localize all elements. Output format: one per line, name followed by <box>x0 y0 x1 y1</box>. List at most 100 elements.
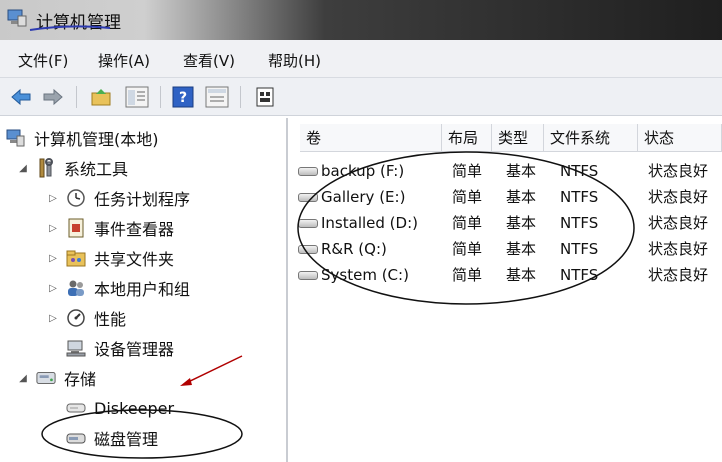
tools-icon <box>36 158 56 178</box>
status-cell: 状态良好 <box>648 162 709 180</box>
table-row[interactable]: Installed (D:) 简单 基本 NTFS 状态良好 <box>290 210 722 236</box>
device-manager-icon <box>66 338 86 358</box>
title-decoration <box>29 25 111 31</box>
navigation-tree: 计算机管理(本地) ◢ 系统工具 ▷ 任务计划程序 ▷ 事件查看器 ▷ 共享文件… <box>0 118 288 462</box>
type-cell: 基本 <box>506 162 537 180</box>
diskeeper-icon <box>66 398 86 418</box>
tree-item-diskeeper[interactable]: Diskeeper <box>66 394 174 422</box>
forward-arrow-icon[interactable] <box>40 84 66 110</box>
tree-item-device-manager[interactable]: 设备管理器 <box>66 334 174 362</box>
tree-root-label: 计算机管理(本地) <box>34 130 159 149</box>
storage-icon <box>36 368 56 388</box>
users-icon <box>66 278 86 298</box>
back-arrow-icon[interactable] <box>8 84 34 110</box>
menu-help[interactable]: 帮助(H) <box>268 50 321 71</box>
tree-item-label: 任务计划程序 <box>94 190 191 209</box>
tree-item-label: 性能 <box>94 310 127 329</box>
volume-icon <box>298 219 318 228</box>
volume-icon <box>298 193 318 202</box>
layout-cell: 简单 <box>452 162 483 180</box>
filesystem-cell: NTFS <box>560 266 599 284</box>
table-row[interactable]: System (C:) 简单 基本 NTFS 状态良好 <box>290 262 722 288</box>
clock-icon <box>66 188 86 208</box>
volume-name: System (C:) <box>321 266 409 284</box>
type-cell: 基本 <box>506 214 537 232</box>
export-icon[interactable] <box>252 84 278 110</box>
tree-item-label: 磁盘管理 <box>94 430 159 449</box>
status-cell: 状态良好 <box>648 266 709 284</box>
volume-list: 卷 布局 类型 文件系统 状态 backup (F:) 简单 基本 NTFS 状… <box>290 118 722 462</box>
type-cell: 基本 <box>506 240 537 258</box>
event-viewer-icon <box>66 218 86 238</box>
tree-item-label: 共享文件夹 <box>94 250 175 269</box>
toolbar-separator <box>160 86 161 108</box>
tree-item-label: 系统工具 <box>64 160 129 179</box>
column-header-volume[interactable]: 卷 <box>300 124 442 152</box>
tree-item-storage[interactable]: ◢ 存储 <box>16 364 96 392</box>
volume-name: Gallery (E:) <box>321 188 406 206</box>
toolbar: ? <box>0 78 722 116</box>
filesystem-cell: NTFS <box>560 162 599 180</box>
up-folder-icon[interactable] <box>88 84 114 110</box>
tree-item-label: 事件查看器 <box>94 220 175 239</box>
tree-item-label: 设备管理器 <box>94 340 175 359</box>
menu-bar: 文件(F) 操作(A) 查看(V) 帮助(H) <box>0 40 722 78</box>
tree-item-performance[interactable]: ▷ 性能 <box>46 304 126 332</box>
svg-text:?: ? <box>179 90 187 106</box>
tree-item-disk-management[interactable]: 磁盘管理 <box>66 424 158 452</box>
tree-item-task-scheduler[interactable]: ▷ 任务计划程序 <box>46 184 190 212</box>
type-cell: 基本 <box>506 188 537 206</box>
expanded-arrow-icon[interactable]: ◢ <box>16 163 30 174</box>
column-header-filesystem[interactable]: 文件系统 <box>544 124 638 152</box>
performance-gauge-icon <box>66 308 86 328</box>
title-bar: 计算机管理 <box>0 0 722 40</box>
layout-cell: 简单 <box>452 188 483 206</box>
collapsed-arrow-icon[interactable]: ▷ <box>46 283 60 294</box>
table-row[interactable]: R&R (Q:) 简单 基本 NTFS 状态良好 <box>290 236 722 262</box>
filesystem-cell: NTFS <box>560 214 599 232</box>
collapsed-arrow-icon[interactable]: ▷ <box>46 193 60 204</box>
tree-item-local-users-groups[interactable]: ▷ 本地用户和组 <box>46 274 190 302</box>
volume-name: Installed (D:) <box>321 214 418 232</box>
type-cell: 基本 <box>506 266 537 284</box>
collapsed-arrow-icon[interactable]: ▷ <box>46 223 60 234</box>
disk-management-icon <box>66 428 86 448</box>
tree-item-label: 本地用户和组 <box>94 280 191 299</box>
volume-name: backup (F:) <box>321 162 405 180</box>
volume-icon <box>298 271 318 280</box>
column-header-status[interactable]: 状态 <box>638 124 722 152</box>
collapsed-arrow-icon[interactable]: ▷ <box>46 253 60 264</box>
tree-item-label: 存储 <box>64 370 97 389</box>
toolbar-separator <box>76 86 77 108</box>
column-header-layout[interactable]: 布局 <box>442 124 492 152</box>
tree-item-system-tools[interactable]: ◢ 系统工具 <box>16 154 128 182</box>
layout-cell: 简单 <box>452 266 483 284</box>
table-row[interactable]: backup (F:) 简单 基本 NTFS 状态良好 <box>290 158 722 184</box>
properties-icon[interactable] <box>204 84 230 110</box>
status-cell: 状态良好 <box>648 188 709 206</box>
filesystem-cell: NTFS <box>560 188 599 206</box>
filesystem-cell: NTFS <box>560 240 599 258</box>
show-hide-tree-icon[interactable] <box>124 84 150 110</box>
volume-icon <box>298 245 318 254</box>
help-icon[interactable]: ? <box>170 84 196 110</box>
layout-cell: 简单 <box>452 214 483 232</box>
annotation-arrow <box>180 355 243 386</box>
menu-action[interactable]: 操作(A) <box>98 50 150 71</box>
tree-item-label: Diskeeper <box>94 398 175 418</box>
status-cell: 状态良好 <box>648 240 709 258</box>
tree-item-event-viewer[interactable]: ▷ 事件查看器 <box>46 214 174 242</box>
volume-icon <box>298 167 318 176</box>
menu-file[interactable]: 文件(F) <box>18 50 68 71</box>
tree-root[interactable]: 计算机管理(本地) <box>6 124 159 152</box>
computer-management-icon <box>6 128 26 148</box>
tree-item-shared-folders[interactable]: ▷ 共享文件夹 <box>46 244 174 272</box>
table-row[interactable]: Gallery (E:) 简单 基本 NTFS 状态良好 <box>290 184 722 210</box>
status-cell: 状态良好 <box>648 214 709 232</box>
expanded-arrow-icon[interactable]: ◢ <box>16 373 30 384</box>
menu-view[interactable]: 查看(V) <box>183 50 235 71</box>
volume-name: R&R (Q:) <box>321 240 387 258</box>
column-header-type[interactable]: 类型 <box>492 124 544 152</box>
collapsed-arrow-icon[interactable]: ▷ <box>46 313 60 324</box>
toolbar-separator <box>240 86 241 108</box>
